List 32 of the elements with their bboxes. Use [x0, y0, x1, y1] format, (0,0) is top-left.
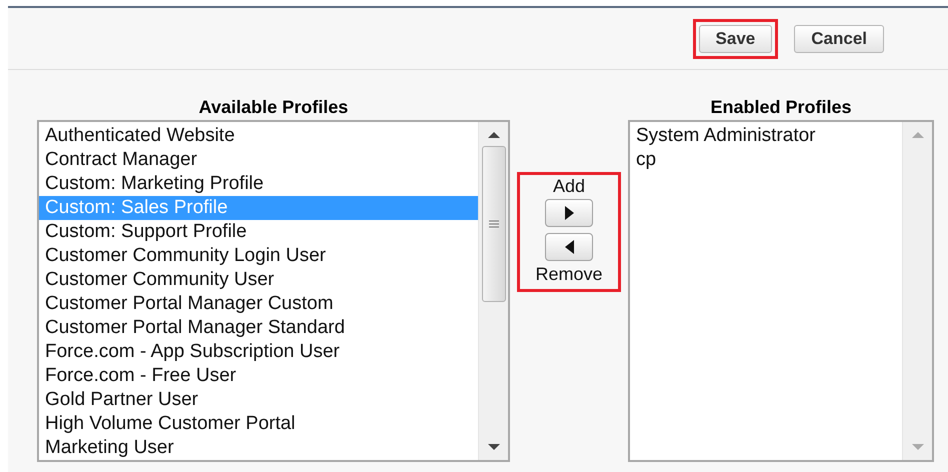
right-triangle-icon [564, 206, 574, 220]
list-option[interactable]: Custom: Support Profile [39, 220, 478, 244]
button-caption: Add [552, 176, 586, 196]
list-option[interactable]: Contract Manager [39, 148, 478, 172]
list-option[interactable]: Customer Community User [39, 268, 478, 292]
list-option[interactable]: Gold Partner User [39, 388, 478, 412]
list-option[interactable]: Customer Portal Manager Custom [39, 292, 478, 316]
grip-icon [488, 220, 498, 228]
remove-button[interactable] [545, 233, 593, 261]
list-heading: Available Profiles [198, 96, 348, 119]
list-option[interactable]: Authenticated Website [39, 124, 478, 148]
scroll-up-icon[interactable] [488, 132, 500, 138]
list-option[interactable]: Force.com - Free User [39, 364, 478, 388]
available-profiles-list[interactable] [37, 120, 510, 462]
list-option[interactable]: cp [630, 148, 902, 172]
button-caption: Remove [535, 264, 603, 284]
list-option[interactable]: Custom: Marketing Profile [39, 172, 478, 196]
enabled-profiles-list[interactable]: System Administrator cp [628, 120, 934, 462]
add-button[interactable] [545, 199, 593, 227]
list-option[interactable]: Force.com - App Subscription User [39, 340, 478, 364]
list-option[interactable]: System Administrator [630, 124, 902, 148]
list-option[interactable]: Customer Portal Manager Standard [39, 316, 478, 340]
list-option[interactable]: Customer Community Login User [39, 244, 478, 268]
cancel-button[interactable]: Cancel [794, 24, 884, 52]
list-option[interactable]: High Volume Customer Portal [39, 412, 478, 436]
scrollbar[interactable] [478, 122, 508, 460]
scroll-down-icon[interactable] [488, 444, 500, 450]
list-option[interactable]: Marketing User [39, 436, 478, 460]
scroll-thumb[interactable] [482, 146, 506, 302]
list-heading: Enabled Profiles [710, 96, 852, 119]
save-button[interactable]: Save [698, 24, 772, 52]
left-triangle-icon [564, 240, 574, 254]
